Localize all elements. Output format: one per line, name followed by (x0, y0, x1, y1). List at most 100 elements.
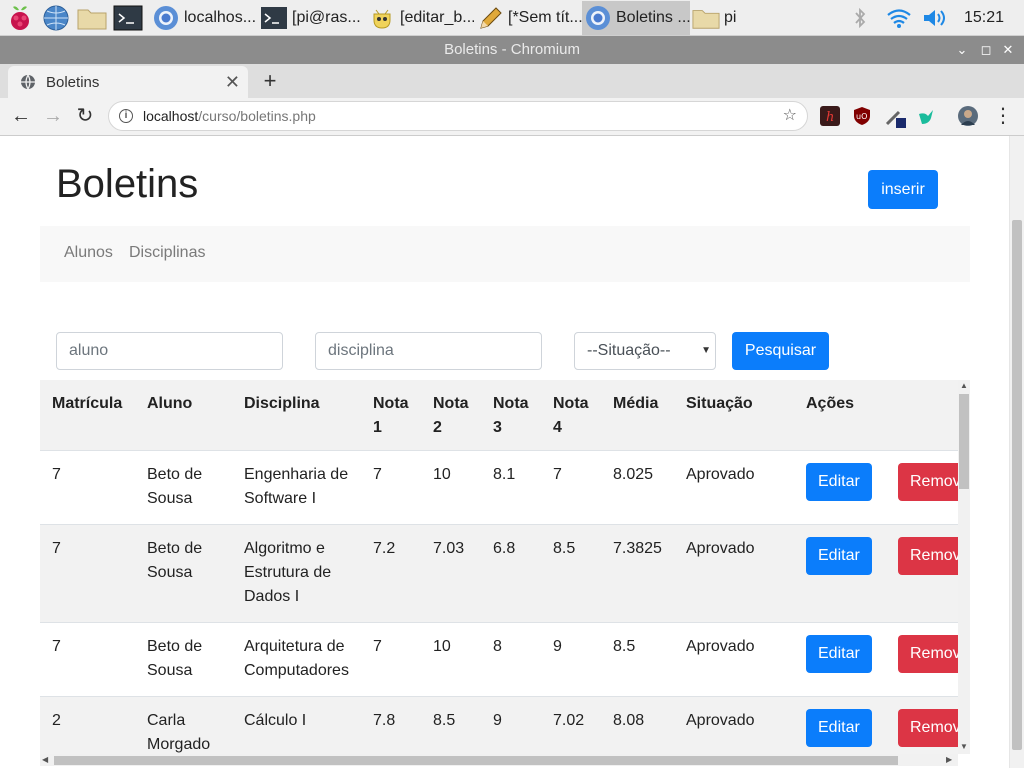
task-terminal[interactable]: [pi@ras... (258, 1, 366, 35)
cell-matricula: 2 (40, 696, 135, 754)
cell-edit: Editar (794, 524, 886, 623)
task-chromium-boletins[interactable]: Boletins ... (582, 0, 690, 35)
ublock-icon[interactable]: uO (852, 106, 872, 126)
new-tab-icon[interactable]: + (258, 66, 282, 96)
col-header-media: Média (613, 395, 659, 412)
remove-button[interactable]: Remover (898, 463, 958, 501)
col-header-nota1: Nota 1 (373, 395, 409, 436)
cell-nota4: 9 (541, 622, 601, 697)
svg-text:uO: uO (856, 112, 867, 121)
edit-button[interactable]: Editar (806, 537, 872, 575)
page-vertical-scrollbar[interactable] (1009, 136, 1024, 768)
extension-h-icon[interactable]: h (820, 106, 840, 126)
close-tab-icon[interactable]: ✕ (225, 72, 240, 92)
volume-icon[interactable] (920, 0, 952, 36)
col-header-matricula: Matrícula (52, 395, 123, 412)
search-button[interactable]: Pesquisar (732, 332, 829, 370)
task-label: [*Sem tít... (508, 8, 582, 26)
dropdown-arrow-icon: ▼ (701, 345, 711, 356)
cell-nota1: 7.2 (361, 524, 421, 623)
task-text-editor[interactable]: [*Sem tít... (474, 1, 582, 35)
col-header-disciplina: Disciplina (244, 395, 320, 412)
task-label: localhos... (184, 8, 257, 26)
reload-icon[interactable]: ↻ (72, 103, 98, 129)
chromium-icon (152, 4, 180, 32)
remove-button[interactable]: Remover (898, 709, 958, 747)
task-geany-editor[interactable]: [editar_b... (366, 1, 474, 35)
bluetooth-icon[interactable] (848, 0, 872, 36)
task-file-manager-pi[interactable]: pi (690, 1, 760, 35)
page-scroll-thumb[interactable] (1012, 220, 1022, 750)
minimize-icon[interactable]: ⌄ (952, 36, 972, 64)
table-horizontal-scrollbar[interactable]: ◀ ▶ (40, 754, 958, 766)
grades-table-scroll-area[interactable]: Matrícula Aluno Disciplina Nota 1 Nota 2… (40, 380, 958, 754)
maximize-icon[interactable]: ◻ (976, 36, 996, 64)
raspberry-menu-icon[interactable] (4, 2, 36, 34)
remove-button[interactable]: Remover (898, 635, 958, 673)
terminal-launcher-icon[interactable] (112, 2, 144, 34)
nav-link-disciplinas[interactable]: Disciplinas (129, 244, 205, 262)
tab-title: Boletins (46, 73, 100, 91)
cell-nota4: 7.02 (541, 696, 601, 754)
extension-tools-icon[interactable] (884, 106, 906, 128)
table-row: 7 Beto de Sousa Engenharia de Software I… (40, 450, 958, 525)
cell-disciplina: Cálculo I (232, 696, 361, 754)
table-vertical-scroll-thumb[interactable] (959, 394, 969, 489)
cell-nota4: 8.5 (541, 524, 601, 623)
cell-nota2: 7.03 (421, 524, 481, 623)
edit-button[interactable]: Editar (806, 709, 872, 747)
task-label: [editar_b... (400, 8, 474, 26)
address-bar[interactable]: i localhost/curso/boletins.php ☆ (108, 101, 808, 131)
wifi-icon[interactable] (884, 0, 914, 36)
geany-icon (368, 4, 396, 32)
aluno-search-input[interactable]: aluno (56, 332, 283, 370)
bookmark-star-icon[interactable]: ☆ (783, 102, 797, 130)
cell-situacao: Aprovado (674, 622, 794, 697)
tab-boletins[interactable]: Boletins ✕ (8, 66, 248, 98)
col-header-blank (886, 380, 958, 451)
scroll-up-icon[interactable]: ▲ (960, 381, 968, 390)
page-navbar: Alunos Disciplinas (40, 226, 970, 282)
scroll-left-icon[interactable]: ◀ (42, 755, 48, 764)
table-vertical-scrollbar[interactable]: ▲ ▼ (958, 380, 970, 754)
cell-media: 7.3825 (601, 524, 674, 623)
chromium-icon (584, 4, 612, 32)
clock[interactable]: 15:21 (964, 0, 1004, 36)
table-header-row: Matrícula Aluno Disciplina Nota 1 Nota 2… (40, 380, 958, 451)
cell-nota2: 10 (421, 450, 481, 525)
insert-button[interactable]: inserir (868, 170, 938, 209)
cell-remove: Remover (886, 524, 958, 623)
globe-icon (21, 74, 35, 90)
window-title: Boletins - Chromium (0, 36, 1024, 64)
web-browser-launcher-icon[interactable] (40, 2, 72, 34)
task-chromium-localhost[interactable]: localhos... (150, 1, 258, 35)
remove-button[interactable]: Remover (898, 537, 958, 575)
site-info-icon[interactable]: i (119, 109, 133, 123)
pencil-icon (476, 4, 504, 32)
browser-menu-icon[interactable]: ⋮ (990, 103, 1016, 129)
table-horizontal-scroll-thumb[interactable] (54, 756, 898, 765)
close-window-icon[interactable]: ✕ (998, 36, 1018, 64)
browser-toolbar: ← → ↻ i localhost/curso/boletins.php ☆ h… (0, 98, 1024, 136)
scroll-right-icon[interactable]: ▶ (946, 755, 952, 764)
edit-button[interactable]: Editar (806, 463, 872, 501)
situacao-select[interactable]: --Situação-- ▼ (574, 332, 716, 370)
file-manager-launcher-icon[interactable] (76, 2, 108, 34)
back-icon[interactable]: ← (8, 103, 34, 129)
grades-table-container: Matrícula Aluno Disciplina Nota 1 Nota 2… (40, 380, 970, 768)
nav-link-alunos[interactable]: Alunos (64, 244, 113, 262)
cell-edit: Editar (794, 622, 886, 697)
disciplina-search-input[interactable]: disciplina (315, 332, 542, 370)
col-header-acoes: Ações (806, 395, 855, 412)
scroll-down-icon[interactable]: ▼ (960, 742, 968, 751)
cell-media: 8.5 (601, 622, 674, 697)
col-header-nota4: Nota 4 (553, 395, 589, 436)
cell-nota4: 7 (541, 450, 601, 525)
cell-nota3: 6.8 (481, 524, 541, 623)
forward-icon[interactable]: → (40, 103, 66, 129)
cell-situacao: Aprovado (674, 450, 794, 525)
extension-bird-icon[interactable] (916, 106, 936, 126)
terminal-icon (260, 4, 288, 32)
edit-button[interactable]: Editar (806, 635, 872, 673)
profile-avatar[interactable] (958, 106, 978, 126)
